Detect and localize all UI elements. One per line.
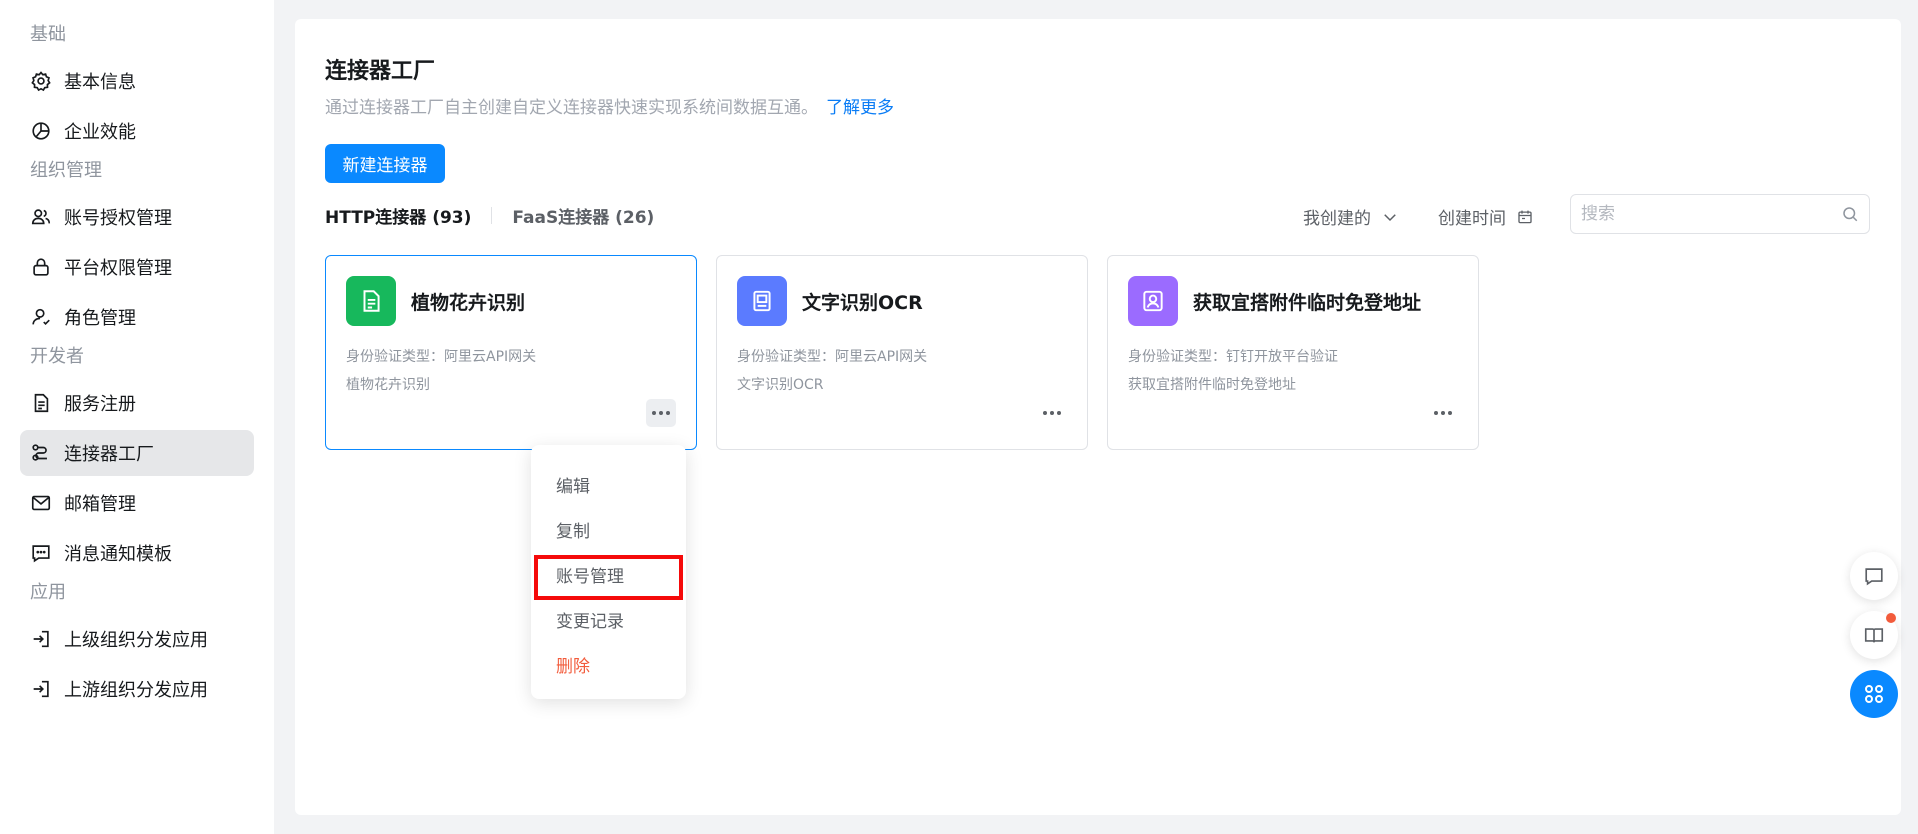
menu-item-delete[interactable]: 删除 xyxy=(531,645,686,690)
tab-divider xyxy=(491,207,493,224)
more-options-button[interactable] xyxy=(646,399,676,427)
sidebar-item-label: 角色管理 xyxy=(64,308,136,329)
sidebar-item-service-register[interactable]: 服务注册 xyxy=(20,380,254,426)
card-title: 文字识别OCR xyxy=(802,292,923,314)
sidebar-item-efficiency[interactable]: 企业效能 xyxy=(20,108,254,154)
sidebar-item-label: 平台权限管理 xyxy=(64,258,172,279)
description-text: 通过连接器工厂自主创建自定义连接器快速实现系统间数据互通。 xyxy=(325,98,818,118)
connector-card-yida-attachment[interactable]: 获取宜搭附件临时免登地址 身份验证类型：钉钉开放平台验证 获取宜搭附件临时免登地… xyxy=(1107,255,1479,450)
sidebar-item-basic-info[interactable]: 基本信息 xyxy=(20,58,254,104)
document-icon xyxy=(30,392,52,414)
sidebar-item-label: 邮箱管理 xyxy=(64,494,136,515)
new-connector-button[interactable]: 新建连接器 xyxy=(325,144,445,183)
more-options-button[interactable] xyxy=(1037,399,1067,427)
card-auth-type: 身份验证类型：阿里云API网关 xyxy=(346,349,537,365)
ellipsis-icon xyxy=(1434,411,1438,415)
sidebar-item-label: 账号授权管理 xyxy=(64,208,172,229)
sidebar-item-label: 上级组织分发应用 xyxy=(64,630,208,651)
card-description: 文字识别OCR xyxy=(737,377,824,393)
ocr-icon xyxy=(737,276,787,326)
book-icon xyxy=(1864,628,1884,643)
document-icon xyxy=(346,276,396,326)
sidebar-item-platform-permission[interactable]: 平台权限管理 xyxy=(20,244,254,290)
login-icon xyxy=(30,678,52,700)
sidebar-item-label: 企业效能 xyxy=(64,122,136,143)
sidebar-item-roles[interactable]: 角色管理 xyxy=(20,294,254,340)
connector-icon xyxy=(30,442,52,464)
page-description: 通过连接器工厂自主创建自定义连接器快速实现系统间数据互通。 了解更多 xyxy=(325,93,894,118)
tab-http-connectors[interactable]: HTTP连接器 (93) xyxy=(325,203,471,228)
chat-float-button[interactable] xyxy=(1850,552,1898,600)
connector-card-ocr[interactable]: 文字识别OCR 身份验证类型：阿里云API网关 文字识别OCR xyxy=(716,255,1088,450)
pie-chart-icon xyxy=(30,120,52,142)
sidebar-item-connector-factory[interactable]: 连接器工厂 xyxy=(20,430,254,476)
creator-filter-dropdown[interactable]: 我创建的 xyxy=(1303,204,1399,229)
sidebar-item-label: 消息通知模板 xyxy=(64,544,172,565)
person-icon xyxy=(1128,276,1178,326)
sidebar-item-message-template[interactable]: 消息通知模板 xyxy=(20,530,254,576)
card-auth-type: 身份验证类型：阿里云API网关 xyxy=(737,349,928,365)
sidebar-section-apps: 应用 xyxy=(30,582,66,603)
connector-tabs: HTTP连接器 (93) FaaS连接器 (26) xyxy=(325,203,654,228)
sidebar-section-basic: 基础 xyxy=(30,24,66,45)
sidebar-section-org: 组织管理 xyxy=(30,160,102,181)
menu-item-account-management[interactable]: 账号管理 xyxy=(534,555,683,600)
page-title: 连接器工厂 xyxy=(325,59,436,84)
menu-item-edit[interactable]: 编辑 xyxy=(531,465,686,510)
apps-float-button[interactable] xyxy=(1850,670,1898,718)
sort-label: 创建时间 xyxy=(1438,209,1506,229)
menu-item-copy[interactable]: 复制 xyxy=(531,510,686,555)
sidebar-item-mail[interactable]: 邮箱管理 xyxy=(20,480,254,526)
calendar-icon xyxy=(1518,210,1532,223)
user-icon xyxy=(30,306,52,328)
card-description: 获取宜搭附件临时免登地址 xyxy=(1128,377,1296,393)
lock-icon xyxy=(30,256,52,278)
sidebar-item-label: 服务注册 xyxy=(64,394,136,415)
sidebar-section-developer: 开发者 xyxy=(30,346,84,367)
ellipsis-icon xyxy=(1043,411,1047,415)
message-icon xyxy=(30,542,52,564)
sidebar-item-account-auth[interactable]: 账号授权管理 xyxy=(20,194,254,240)
sidebar-item-upstream-org-apps[interactable]: 上游组织分发应用 xyxy=(20,666,254,712)
search-box xyxy=(1570,194,1870,234)
apps-grid-icon xyxy=(1865,685,1883,703)
card-title: 获取宜搭附件临时免登地址 xyxy=(1193,292,1422,314)
sort-by-created-time[interactable]: 创建时间 xyxy=(1438,204,1534,229)
notification-dot xyxy=(1886,613,1896,623)
card-auth-type: 身份验证类型：钉钉开放平台验证 xyxy=(1128,349,1338,365)
more-options-button[interactable] xyxy=(1428,399,1458,427)
sidebar-item-label: 上游组织分发应用 xyxy=(64,680,208,701)
ellipsis-icon xyxy=(652,411,656,415)
learn-more-link[interactable]: 了解更多 xyxy=(826,98,894,118)
connector-card-plant-recognition[interactable]: 植物花卉识别 身份验证类型：阿里云API网关 植物花卉识别 xyxy=(325,255,697,450)
login-icon xyxy=(30,628,52,650)
gear-icon xyxy=(30,70,52,92)
search-input[interactable] xyxy=(1581,204,1841,224)
card-actions-menu: 编辑 复制 账号管理 变更记录 删除 xyxy=(531,445,686,699)
mail-icon xyxy=(30,492,52,514)
chevron-down-icon xyxy=(1384,213,1396,221)
menu-item-change-log[interactable]: 变更记录 xyxy=(531,600,686,645)
chat-icon xyxy=(1865,568,1883,586)
search-icon[interactable] xyxy=(1841,205,1859,223)
creator-filter-label: 我创建的 xyxy=(1303,209,1371,229)
sidebar-item-label: 基本信息 xyxy=(64,72,136,93)
users-icon xyxy=(30,206,52,228)
docs-float-button[interactable] xyxy=(1850,611,1898,659)
card-title: 植物花卉识别 xyxy=(411,292,526,314)
sidebar-item-label: 连接器工厂 xyxy=(64,444,154,465)
tab-faas-connectors[interactable]: FaaS连接器 (26) xyxy=(512,203,654,228)
sidebar: 基础 基本信息 企业效能 组织管理 账号授权管理 平台权限管理 角色管理 开发者 xyxy=(0,0,274,834)
sidebar-item-parent-org-apps[interactable]: 上级组织分发应用 xyxy=(20,616,254,662)
card-description: 植物花卉识别 xyxy=(346,377,430,393)
